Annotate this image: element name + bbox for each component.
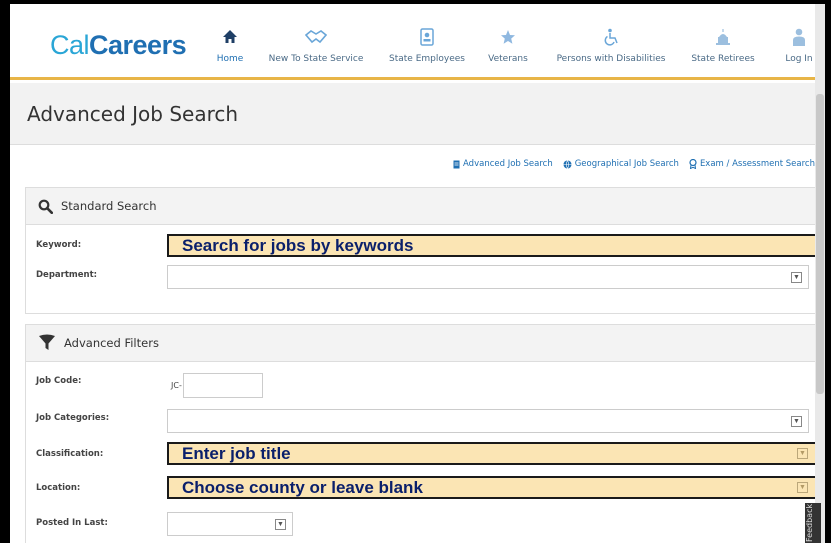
geographical-job-search-label: Geographical Job Search xyxy=(574,159,679,169)
nav-persons-with-disabilities-label: Persons with Disabilities xyxy=(556,54,666,64)
job-code-label: Job Code: xyxy=(36,376,82,386)
job-code-prefix: JC- xyxy=(171,381,182,390)
nav-persons-with-disabilities[interactable]: Persons with Disabilities xyxy=(550,4,672,76)
nav-log-in-label: Log In xyxy=(785,54,813,64)
department-label: Department: xyxy=(36,270,98,280)
job-categories-label: Job Categories: xyxy=(36,413,110,423)
posted-in-last-select[interactable]: ▼ xyxy=(167,512,293,536)
home-icon xyxy=(219,26,241,48)
job-code-input[interactable] xyxy=(183,373,263,398)
advanced-filters-header: Advanced Filters xyxy=(26,325,815,362)
feedback-tab[interactable]: Feedback xyxy=(805,503,821,543)
calcareers-logo[interactable]: CalCareers xyxy=(50,30,187,61)
nav-state-employees[interactable]: State Employees xyxy=(387,4,467,76)
advanced-job-search-link[interactable]: Advanced Job Search xyxy=(453,159,553,169)
nav-new-to-state-service[interactable]: New To State Service xyxy=(268,4,364,76)
page-title: Advanced Job Search xyxy=(27,102,239,126)
star-icon xyxy=(497,26,519,48)
nav-veterans[interactable]: Veterans xyxy=(486,4,530,76)
geographical-job-search-link[interactable]: Geographical Job Search xyxy=(563,159,679,169)
wheelchair-icon xyxy=(600,26,622,48)
nav-state-retirees[interactable]: State Retirees xyxy=(690,4,756,76)
page-scrollbar[interactable] xyxy=(815,4,825,543)
nav-home[interactable]: Home xyxy=(215,4,245,76)
location-select[interactable]: Choose county or leave blank ▼ xyxy=(167,476,825,499)
search-icon xyxy=(38,199,53,214)
exam-assessment-search-link[interactable]: Exam / Assessment Search xyxy=(689,159,815,169)
screen-frame: CalCareers Home New To State Service Sta… xyxy=(0,0,831,543)
chevron-down-icon: ▼ xyxy=(791,416,802,427)
capitol-icon xyxy=(712,26,734,48)
site-header: CalCareers Home New To State Service Sta… xyxy=(10,4,825,80)
handshake-icon xyxy=(305,26,327,48)
advanced-filters-title: Advanced Filters xyxy=(64,336,159,350)
job-categories-select[interactable]: ▼ xyxy=(167,409,809,433)
nav-log-in[interactable]: Log In xyxy=(782,4,816,76)
scrollbar-thumb[interactable] xyxy=(816,94,824,394)
logo-cal-text: Cal xyxy=(50,30,90,60)
globe-icon xyxy=(563,159,572,169)
badge-icon xyxy=(416,26,438,48)
standard-search-title: Standard Search xyxy=(61,199,157,213)
chevron-down-icon: ▼ xyxy=(797,448,808,459)
nav-veterans-label: Veterans xyxy=(488,54,528,64)
nav-state-retirees-label: State Retirees xyxy=(691,54,755,64)
nav-state-employees-label: State Employees xyxy=(389,54,465,64)
exam-assessment-search-label: Exam / Assessment Search xyxy=(699,159,815,169)
certificate-icon xyxy=(689,159,697,169)
advanced-job-search-label: Advanced Job Search xyxy=(463,159,553,169)
chevron-down-icon: ▼ xyxy=(797,482,808,493)
nav-home-label: Home xyxy=(216,54,244,64)
location-label: Location: xyxy=(36,483,81,493)
department-select[interactable]: ▼ xyxy=(167,265,809,289)
advanced-filters-panel: Advanced Filters Job Code: JC- Job Categ… xyxy=(25,324,825,543)
keyword-input[interactable]: Search for jobs by keywords xyxy=(167,234,825,257)
classification-label: Classification: xyxy=(36,449,104,459)
posted-in-last-label: Posted In Last: xyxy=(36,518,108,528)
nav-new-to-state-service-label: New To State Service xyxy=(268,54,364,64)
chevron-down-icon: ▼ xyxy=(791,272,802,283)
title-band: Advanced Job Search xyxy=(10,83,825,145)
document-icon xyxy=(453,160,460,168)
filter-icon xyxy=(39,334,55,350)
classification-input[interactable]: Enter job title ▼ xyxy=(167,442,825,465)
logo-careers-text: Careers xyxy=(89,30,187,60)
search-type-links: Advanced Job Search Geographical Job Sea… xyxy=(453,159,815,169)
user-icon xyxy=(788,26,810,48)
standard-search-panel: Standard Search Keyword: Search for jobs… xyxy=(25,187,825,314)
chevron-down-icon: ▼ xyxy=(275,519,286,530)
page: CalCareers Home New To State Service Sta… xyxy=(10,4,825,543)
standard-search-header: Standard Search xyxy=(26,188,815,225)
keyword-label: Keyword: xyxy=(36,240,82,250)
